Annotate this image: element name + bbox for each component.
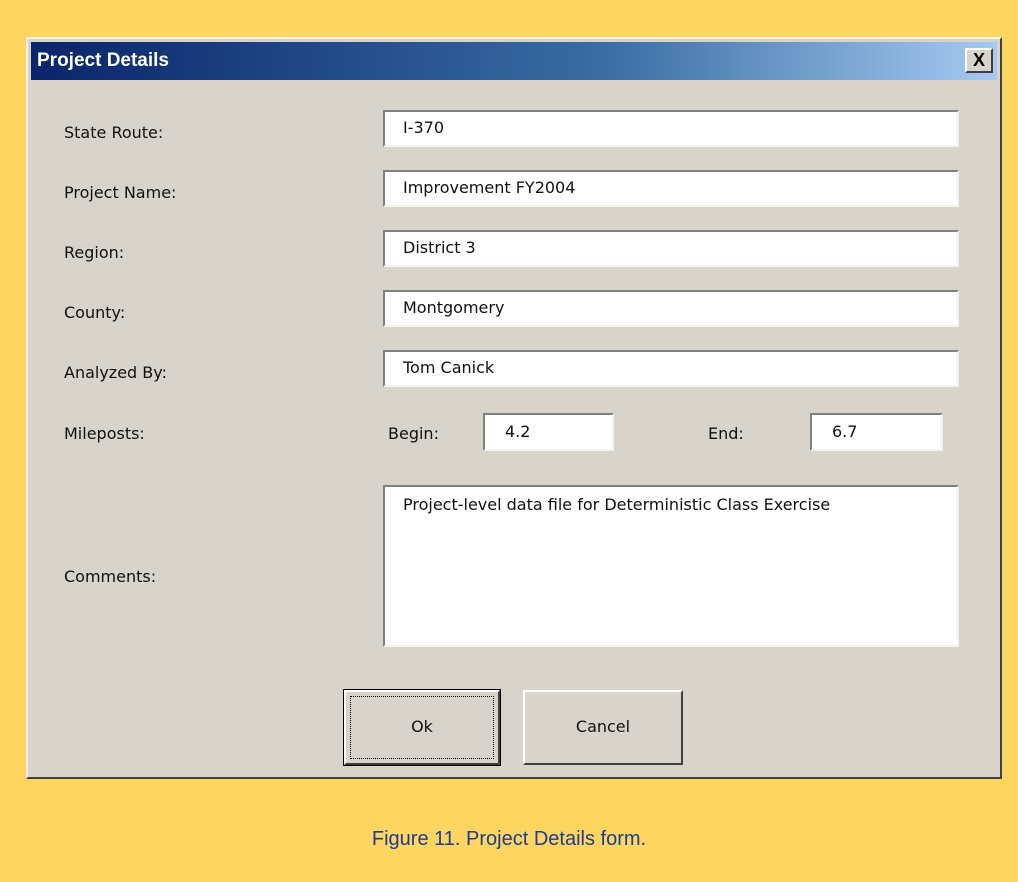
window-title: Project Details — [37, 50, 169, 71]
region-input[interactable]: District 3 — [383, 230, 959, 267]
region-label: Region: — [64, 243, 125, 262]
state-route-input[interactable]: I-370 — [383, 110, 959, 147]
close-icon: X — [972, 50, 985, 70]
figure-caption-text: Project Details form. — [466, 828, 647, 850]
ok-button-label: Ok — [411, 717, 433, 736]
comments-label: Comments: — [64, 567, 157, 586]
mileposts-label: Mileposts: — [64, 424, 145, 443]
project-name-input[interactable]: Improvement FY2004 — [383, 170, 959, 207]
close-button[interactable]: X — [965, 48, 993, 73]
begin-label: Begin: — [388, 424, 439, 443]
title-bar[interactable]: Project Details X — [31, 42, 997, 80]
county-label: County: — [64, 303, 126, 322]
end-label: End: — [708, 424, 744, 443]
ok-button[interactable]: Ok — [343, 689, 501, 766]
project-name-label: Project Name: — [64, 183, 177, 202]
project-details-dialog: Project Details X State Route: I-370 Pro… — [26, 37, 1002, 779]
county-input[interactable]: Montgomery — [383, 290, 959, 327]
figure-number: Figure 11. — [371, 828, 461, 850]
cancel-button[interactable]: Cancel — [523, 690, 683, 765]
comments-textarea[interactable]: Project-level data file for Deterministi… — [383, 485, 959, 647]
begin-milepost-input[interactable]: 4.2 — [483, 413, 614, 451]
analyzed-by-label: Analyzed By: — [64, 363, 167, 382]
figure-caption: Figure 11. Project Details form. — [0, 828, 1018, 851]
cancel-button-label: Cancel — [575, 717, 631, 736]
end-milepost-input[interactable]: 6.7 — [810, 413, 943, 451]
state-route-label: State Route: — [64, 123, 164, 142]
analyzed-by-input[interactable]: Tom Canick — [383, 350, 959, 387]
